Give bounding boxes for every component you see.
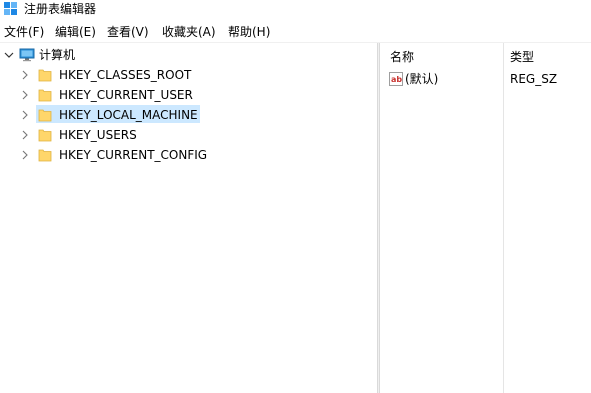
window-title: 注册表编辑器	[24, 2, 97, 16]
string-value-icon: ab	[389, 72, 403, 86]
folder-icon	[38, 129, 52, 142]
column-header-type[interactable]: 类型	[510, 49, 534, 65]
chevron-right-icon[interactable]	[20, 110, 30, 120]
computer-icon	[19, 48, 35, 62]
title-bar: 注册表编辑器	[0, 0, 591, 20]
tree-label-computer: 计算机	[39, 48, 76, 62]
value-type: REG_SZ	[510, 72, 558, 86]
tree-item-hkcc[interactable]: HKEY_CURRENT_CONFIG	[0, 145, 300, 165]
folder-icon	[38, 89, 52, 102]
tree-label-hku: HKEY_USERS	[59, 128, 137, 142]
tree-item-hklm[interactable]: HKEY_LOCAL_MACHINE	[0, 105, 300, 125]
tree-label-hklm: HKEY_LOCAL_MACHINE	[59, 108, 198, 122]
folder-icon	[38, 69, 52, 82]
tree-item-computer[interactable]: 计算机	[0, 45, 300, 65]
tree-item-hkcr[interactable]: HKEY_CLASSES_ROOT	[0, 65, 300, 85]
menu-file[interactable]: 文件(F)	[3, 24, 45, 40]
menu-view[interactable]: 查看(V)	[106, 24, 150, 40]
tree-label-hkcc: HKEY_CURRENT_CONFIG	[59, 148, 208, 162]
chevron-down-icon[interactable]	[4, 50, 14, 60]
value-name: (默认)	[405, 72, 439, 86]
chevron-right-icon[interactable]	[20, 150, 30, 160]
menu-edit[interactable]: 编辑(E)	[54, 24, 97, 40]
tree-item-hku[interactable]: HKEY_USERS	[0, 125, 300, 145]
menu-help[interactable]: 帮助(H)	[227, 24, 271, 40]
tree-label-hkcr: HKEY_CLASSES_ROOT	[59, 68, 192, 82]
column-divider[interactable]	[503, 43, 504, 393]
folder-icon	[38, 149, 52, 162]
chevron-right-icon[interactable]	[20, 70, 30, 80]
svg-text:ab: ab	[391, 75, 402, 84]
registry-tree[interactable]: 计算机 HKEY_CLASSES_ROOT HKEY_CURRENT_USER …	[0, 43, 377, 393]
values-list[interactable]: 名称 类型 ab (默认) REG_SZ	[380, 43, 591, 393]
chevron-right-icon[interactable]	[20, 130, 30, 140]
menu-bar: 文件(F) 编辑(E) 查看(V) 收藏夹(A) 帮助(H)	[0, 21, 591, 43]
regedit-icon	[4, 2, 17, 15]
tree-item-hkcu[interactable]: HKEY_CURRENT_USER	[0, 85, 300, 105]
menu-favorites[interactable]: 收藏夹(A)	[161, 24, 217, 40]
chevron-right-icon[interactable]	[20, 90, 30, 100]
folder-icon	[38, 109, 52, 122]
tree-label-hkcu: HKEY_CURRENT_USER	[59, 88, 193, 102]
column-header-name[interactable]: 名称	[390, 49, 414, 65]
